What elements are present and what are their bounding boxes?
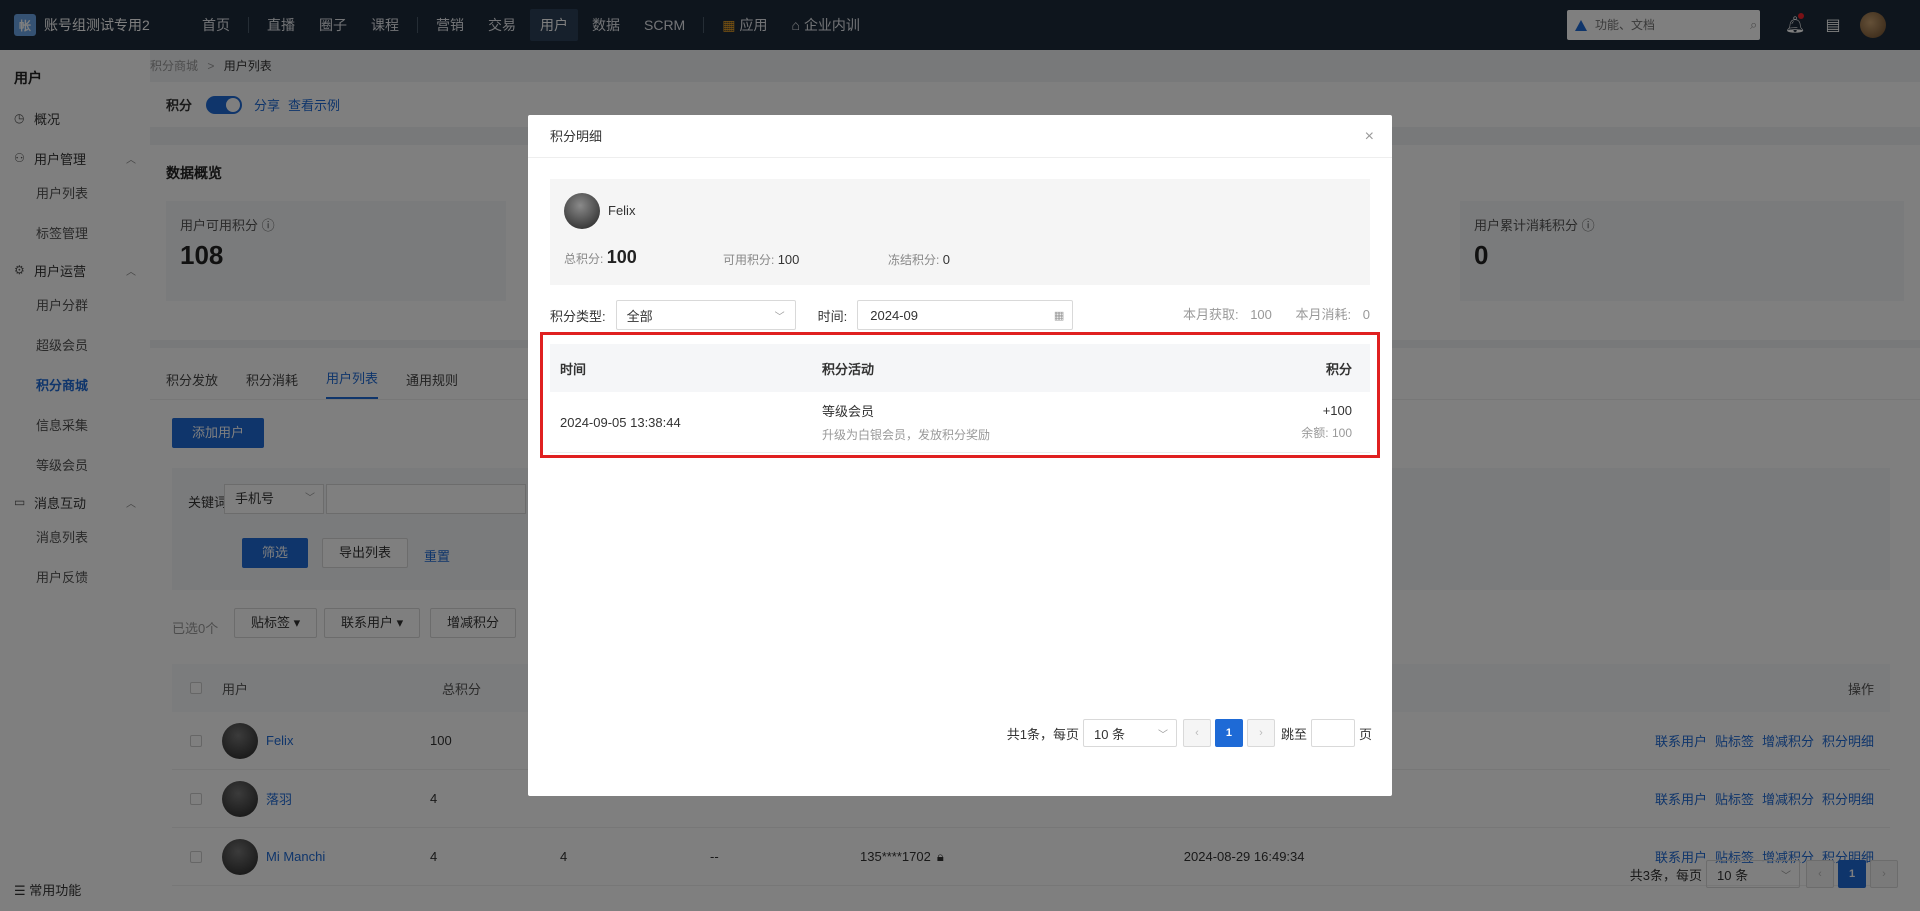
row-points: +100 余额: 100: [1222, 403, 1370, 441]
table-header: 时间 积分活动 积分: [550, 344, 1370, 392]
jump-label: 跳至: [1280, 726, 1307, 742]
row-activity: 等级会员 升级为白银会员，发放积分奖励: [822, 401, 1222, 443]
month-spend-value: 0: [1362, 307, 1370, 322]
prev-page-button[interactable]: ‹: [1182, 719, 1211, 747]
modal-header: 积分明细 ×: [528, 115, 1392, 158]
col-activity: 积分活动: [822, 361, 875, 377]
month-value: 2024-09: [870, 307, 918, 323]
col-points: 积分: [1325, 361, 1352, 377]
points-change: +100: [1322, 403, 1352, 418]
stat-label: 冻结积分:: [888, 253, 940, 267]
next-page-button[interactable]: ›: [1246, 719, 1275, 747]
points-type-select[interactable]: 全部 ﹀: [615, 300, 796, 330]
points-type-label: 积分类型:: [550, 308, 606, 324]
calendar-icon: ▦: [1053, 309, 1065, 322]
time-label: 时间:: [817, 308, 848, 324]
frozen-points-stat: 冻结积分: 0: [888, 251, 950, 268]
month-gain-value: 100: [1250, 307, 1272, 322]
stat-label: 总积分:: [564, 252, 604, 266]
page-button[interactable]: 1: [1214, 719, 1243, 747]
chevron-down-icon: ﹀: [1157, 729, 1168, 741]
available-points-stat: 可用积分: 100: [723, 251, 799, 268]
month-picker[interactable]: 2024-09 ▦: [857, 300, 1074, 330]
user-summary-panel: Felix 总积分: 100 可用积分: 100 冻结积分: 0: [550, 179, 1370, 285]
activity-name: 等级会员: [822, 404, 875, 419]
page-size-value: 10 条: [1093, 726, 1126, 742]
stat-value: 0: [942, 252, 950, 267]
stat-value: 100: [606, 247, 637, 267]
jump-page-input[interactable]: [1310, 719, 1355, 747]
avatar: [564, 193, 600, 229]
table-row: 2024-09-05 13:38:44 等级会员 升级为白银会员，发放积分奖励 …: [550, 392, 1370, 453]
chevron-down-icon: ﹀: [774, 311, 785, 323]
modal-title: 积分明细: [550, 129, 603, 144]
pager-total: 共1条，每页: [1006, 726, 1079, 742]
month-gain-label: 本月获取:: [1182, 307, 1239, 322]
page-size-select[interactable]: 10 条 ﹀: [1082, 719, 1177, 747]
activity-desc: 升级为白银会员，发放积分奖励: [822, 428, 991, 442]
points-detail-modal: 积分明细 × Felix 总积分: 100 可用积分: 100 冻结积分: 0 …: [528, 115, 1392, 796]
month-spend-label: 本月消耗:: [1295, 307, 1352, 322]
user-name: Felix: [608, 203, 636, 218]
modal-filter-row: 积分类型: 全部 ﹀ 时间: 2024-09 ▦ 本月获取: 100 本月消耗: 0: [550, 300, 1370, 330]
points-detail-table: 时间 积分活动 积分 2024-09-05 13:38:44 等级会员 升级为白…: [550, 344, 1370, 453]
row-time: 2024-09-05 13:38:44: [560, 414, 681, 430]
month-summary: 本月获取: 100 本月消耗: 0: [1183, 300, 1370, 330]
points-balance: 余额: 100: [1301, 426, 1352, 440]
close-icon[interactable]: ×: [1365, 115, 1374, 158]
total-points-stat: 总积分: 100: [564, 247, 637, 268]
jump-unit: 页: [1358, 726, 1372, 742]
points-type-value: 全部: [626, 308, 653, 324]
modal-pager: 共1条，每页 10 条 ﹀ ‹ 1 › 跳至 页: [1007, 719, 1372, 747]
stat-label: 可用积分:: [723, 253, 775, 267]
stat-value: 100: [777, 252, 800, 267]
col-time: 时间: [560, 361, 587, 377]
